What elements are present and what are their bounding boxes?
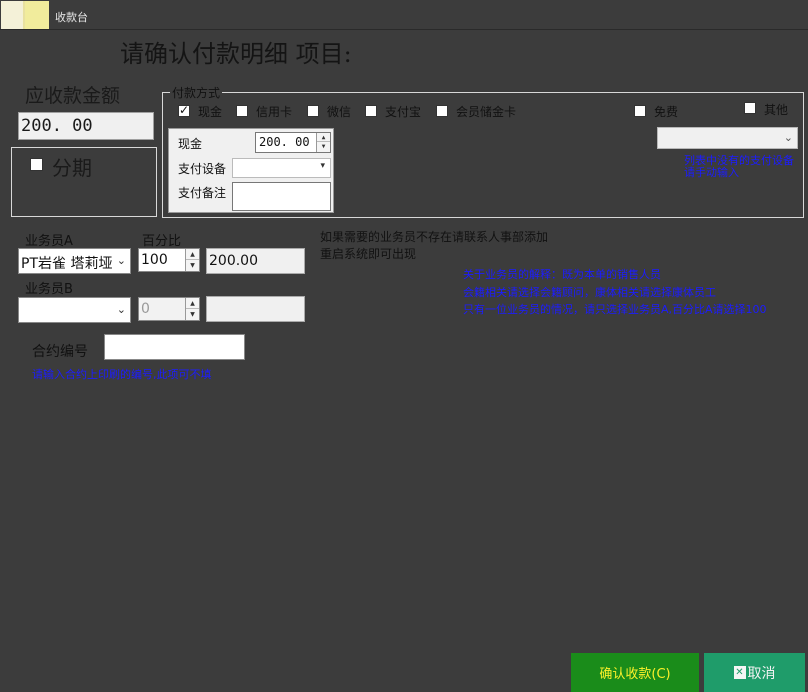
payment-memo-label: 支付备注 — [178, 186, 227, 200]
percentage-a-value: 100 — [141, 252, 168, 268]
percentage-a-spinner-buttons: ▲ ▼ — [185, 249, 199, 271]
cash-amount-spinner[interactable]: 200. 00 ▲ ▼ — [255, 132, 331, 153]
spin-up-icon[interactable]: ▲ — [186, 249, 199, 260]
installment-group: 分期 — [11, 147, 157, 217]
checkbox-credit-card[interactable] — [236, 105, 248, 117]
spin-up-icon[interactable]: ▲ — [186, 298, 199, 309]
spin-down-icon[interactable]: ▼ — [186, 260, 199, 271]
salesperson-missing-note-1: 如果需要的业务员不存在请联系人事部添加 — [320, 230, 549, 244]
salesperson-a-amount: 200.00 — [206, 248, 305, 274]
payment-method-legend: 付款方式 — [170, 84, 223, 101]
cash-spinner-buttons: ▲ ▼ — [316, 133, 330, 152]
installment-checkbox[interactable] — [30, 158, 43, 171]
amount-due-label: 应收款金额 — [25, 85, 121, 107]
spin-down-icon[interactable]: ▼ — [317, 142, 330, 151]
contract-number-hint: 请输入合约上印刷的编号,此项可不填 — [32, 368, 212, 381]
label-member-card: 会员储金卡 — [456, 105, 517, 119]
cancel-button[interactable]: ✕ 取消 — [704, 653, 805, 692]
confirm-payment-label: 确认收款(C) — [599, 667, 671, 682]
close-file-icon: ✕ — [733, 666, 746, 679]
checkbox-alipay[interactable] — [365, 105, 377, 117]
checkbox-free[interactable] — [634, 105, 646, 117]
percentage-a-spinner[interactable]: 100 ▲ ▼ — [138, 248, 200, 272]
percentage-label: 百分比 — [142, 234, 182, 249]
percentage-b-spinner[interactable]: 0 ▲ ▼ — [138, 297, 200, 321]
percentage-b-value: 0 — [141, 301, 150, 317]
salesperson-explain-3: 只有一位业务员的情况，请只选择业务员A,百分比A请选择100 — [463, 303, 767, 316]
cancel-label: 取消 — [747, 665, 776, 682]
salesperson-b-label: 业务员B — [25, 282, 73, 297]
payment-memo-input[interactable] — [232, 182, 331, 211]
cash-label: 现金 — [178, 137, 203, 151]
amount-due-field: 200. 00 — [18, 112, 154, 140]
percentage-b-spinner-buttons: ▲ ▼ — [185, 298, 199, 320]
salesperson-explain-2: 会籍相关请选择会籍顾问，康体相关请选择康体员工 — [463, 286, 716, 299]
chevron-down-icon: ⌄ — [114, 303, 126, 316]
label-cash: 现金 — [198, 105, 223, 119]
checkbox-other[interactable] — [744, 102, 756, 114]
spin-down-icon[interactable]: ▼ — [186, 309, 199, 320]
label-credit-card: 信用卡 — [256, 105, 293, 119]
app-icon — [1, 1, 49, 29]
cash-amount-value: 200. 00 — [259, 135, 310, 149]
salesperson-a-value: PT岩雀 塔莉垭 — [21, 256, 113, 272]
salesperson-b-amount — [206, 296, 305, 322]
label-free: 免费 — [654, 105, 679, 119]
installment-label: 分期 — [52, 156, 92, 180]
title-bar: 收款台 — [0, 0, 808, 30]
checkbox-cash[interactable] — [178, 103, 190, 117]
contract-number-input[interactable] — [104, 334, 245, 360]
other-device-select[interactable]: ⌄ — [657, 127, 798, 149]
chevron-down-icon: ⌄ — [783, 131, 793, 144]
spin-up-icon[interactable]: ▲ — [317, 133, 330, 142]
confirm-payment-button[interactable]: 确认收款(C) — [571, 653, 699, 692]
label-other: 其他 — [764, 103, 789, 117]
page-headline: 请确认付款明细 项目: — [120, 40, 352, 68]
cash-detail-panel: 现金 200. 00 ▲ ▼ 支付设备 ▾ 支付备注 — [168, 128, 334, 213]
salesperson-a-select[interactable]: PT岩雀 塔莉垭 ⌄ — [18, 248, 131, 274]
checkbox-wechat[interactable] — [307, 105, 319, 117]
payment-device-select[interactable]: ▾ — [232, 158, 331, 178]
salesperson-missing-note-2: 重启系统即可出现 — [320, 247, 417, 261]
label-alipay: 支付宝 — [385, 105, 422, 119]
label-wechat: 微信 — [327, 105, 352, 119]
chevron-down-icon: ⌄ — [114, 254, 126, 267]
contract-number-label: 合约编号 — [32, 344, 88, 360]
salesperson-explain-1: 关于业务员的解释：既为本单的销售人员 — [463, 268, 661, 281]
salesperson-b-select[interactable]: ⌄ — [18, 297, 131, 323]
salesperson-a-label: 业务员A — [25, 234, 73, 249]
payment-device-label: 支付设备 — [178, 162, 227, 176]
checkbox-member-card[interactable] — [436, 105, 448, 117]
window-title: 收款台 — [55, 11, 88, 24]
caret-down-icon: ▾ — [320, 161, 325, 171]
other-device-hint: 列表中没有的支付设备请手动输入 — [684, 154, 794, 179]
